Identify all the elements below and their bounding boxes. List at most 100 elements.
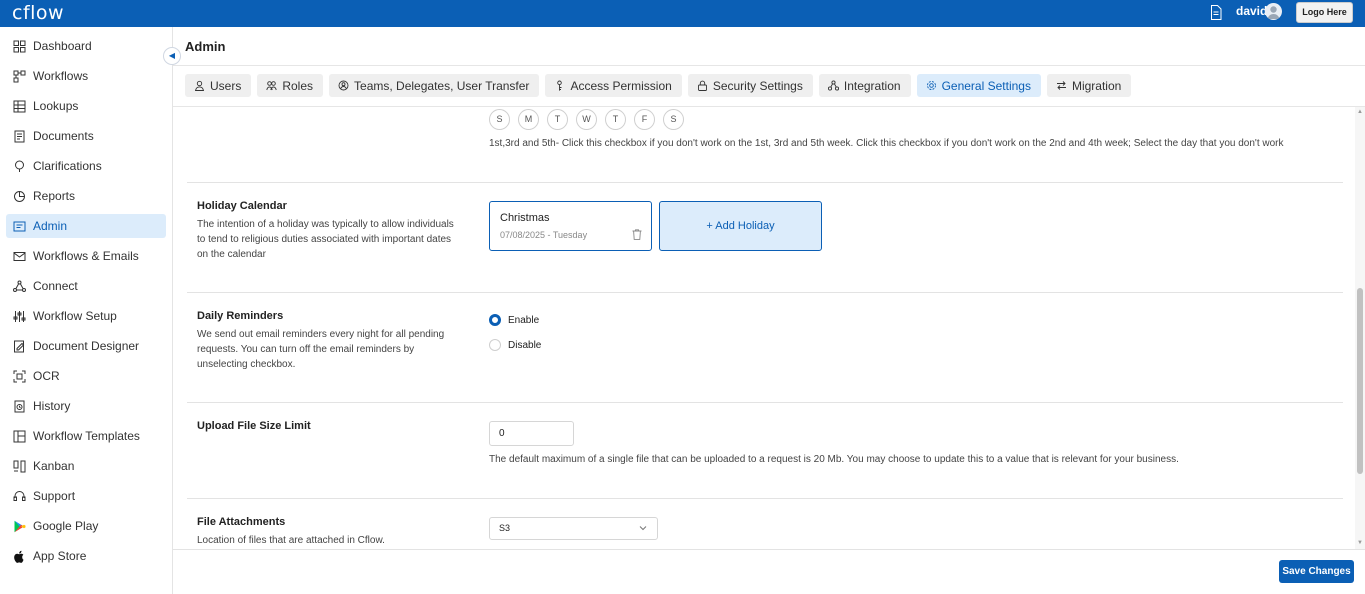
day-toggle[interactable]: F (634, 109, 655, 130)
sidebar-item-label: Clarifications (33, 159, 102, 173)
tab-general-settings[interactable]: General Settings (916, 74, 1041, 97)
app-logo[interactable]: cflow (12, 2, 64, 24)
sidebar-item-history[interactable]: History (6, 394, 166, 418)
tab-users[interactable]: Users (185, 74, 252, 97)
sidebar-item-lookups[interactable]: Lookups (6, 94, 166, 118)
day-toggle[interactable]: S (489, 109, 510, 130)
page-title: Admin (185, 39, 226, 54)
user-name[interactable]: david (1236, 4, 1267, 18)
clarifications-icon (15, 160, 24, 172)
sidebar-item-label: Document Designer (33, 339, 140, 353)
key-icon (557, 80, 563, 91)
roles-icon (266, 81, 277, 91)
sidebar-item-label: Dashboard (33, 39, 92, 53)
sidebar-item-label: Connect (33, 279, 78, 293)
dashboard-icon (13, 40, 26, 52)
upload-limit-note: The default maximum of a single file tha… (489, 454, 1179, 465)
working-days-note: 1st,3rd and 5th- Click this checkbox if … (489, 138, 1284, 149)
logo-here-button[interactable]: Logo Here (1296, 2, 1353, 23)
sidebar-item-dashboard[interactable]: Dashboard (6, 34, 166, 58)
enable-label: Enable (508, 314, 540, 326)
save-changes-button[interactable]: Save Changes (1279, 560, 1354, 583)
sidebar-item-kanban[interactable]: Kanban (6, 454, 166, 478)
file-attachments-description: Location of files that are attached in C… (197, 535, 385, 546)
enable-option[interactable]: Enable (489, 314, 539, 326)
sidebar-item-connect[interactable]: Connect (6, 274, 166, 298)
migration-icon (1056, 81, 1066, 90)
tab-integration[interactable]: Integration (818, 74, 911, 97)
user-avatar-icon (1267, 6, 1280, 19)
divider (187, 402, 1343, 403)
page-header: Admin (173, 27, 1365, 66)
disable-radio[interactable] (489, 339, 501, 351)
templates-icon (13, 430, 26, 442)
sidebar-item-workflows-emails[interactable]: Workflows & Emails (6, 244, 166, 268)
collapse-sidebar-button[interactable]: ◀ (163, 47, 181, 65)
document-icon[interactable] (1210, 5, 1222, 20)
sidebar-item-label: OCR (33, 369, 60, 383)
general-settings-content[interactable]: SMTWTFS 1st,3rd and 5th- Click this chec… (173, 107, 1355, 549)
sidebar-item-label: Workflow Templates (33, 429, 140, 443)
day-toggle[interactable]: S (663, 109, 684, 130)
sidebar-item-admin[interactable]: Admin (6, 214, 166, 238)
scroll-down-icon[interactable]: ▼ (1357, 540, 1363, 546)
sidebar-item-workflows[interactable]: Workflows (6, 64, 166, 88)
admin-icon (13, 221, 26, 231)
day-toggle[interactable]: T (547, 109, 568, 130)
sidebar-item-support[interactable]: Support (6, 484, 166, 508)
storage-location-value: S3 (499, 523, 511, 533)
divider (187, 182, 1343, 183)
lock-icon (697, 80, 707, 91)
sidebar-item-app-store[interactable]: App Store (6, 544, 166, 568)
sidebar-item-label: Support (33, 489, 76, 503)
enable-radio[interactable] (489, 314, 501, 326)
file-size-input[interactable]: 0 (489, 421, 574, 446)
sidebar-item-workflow-templates[interactable]: Workflow Templates (6, 424, 166, 448)
storage-location-select[interactable]: S3 (489, 517, 658, 540)
tab-label: Migration (1071, 78, 1122, 93)
trash-icon[interactable] (632, 229, 642, 240)
gear-icon (926, 81, 936, 90)
chevron-down-icon (639, 526, 647, 531)
tab-label: General Settings (941, 78, 1031, 93)
day-toggle[interactable]: M (518, 109, 539, 130)
day-toggle[interactable]: T (605, 109, 626, 130)
file-attachments-title: File Attachments (197, 516, 286, 528)
scroll-up-icon[interactable]: ▲ (1357, 109, 1363, 115)
divider (187, 292, 1343, 293)
sidebar-item-label: App Store (33, 549, 87, 563)
tab-teams-delegates-user-transfer[interactable]: Teams, Delegates, User Transfer (329, 74, 540, 97)
avatar[interactable] (1265, 3, 1282, 20)
tab-label: Roles (282, 78, 314, 93)
sidebar-item-ocr[interactable]: OCR (6, 364, 166, 388)
disable-option[interactable]: Disable (489, 339, 541, 351)
sidebar-item-label: Admin (33, 219, 68, 233)
tab-roles[interactable]: Roles (257, 74, 324, 97)
sidebar-item-reports[interactable]: Reports (6, 184, 166, 208)
tab-migration[interactable]: Migration (1046, 74, 1132, 97)
sidebar-item-clarifications[interactable]: Clarifications (6, 154, 166, 178)
tab-label: Security Settings (712, 78, 803, 93)
holiday-card[interactable]: Christmas 07/08/2025 - Tuesday (489, 201, 652, 251)
sidebar-item-label: Workflows (33, 69, 89, 83)
integration-icon (827, 80, 839, 91)
sidebar-item-label: Workflow Setup (33, 309, 117, 323)
tab-security-settings[interactable]: Security Settings (687, 74, 813, 97)
sidebar-item-document-designer[interactable]: Document Designer (6, 334, 166, 358)
mail-icon (13, 251, 26, 261)
scrollbar-thumb[interactable] (1357, 288, 1363, 474)
day-toggle[interactable]: W (576, 109, 597, 130)
lookups-icon (13, 100, 26, 112)
tab-label: Integration (843, 78, 901, 93)
holiday-calendar-description: The intention of a holiday was typically… (197, 219, 454, 260)
connect-icon (13, 280, 26, 292)
sidebar-item-documents[interactable]: Documents (6, 124, 166, 148)
add-holiday-button[interactable]: + Add Holiday (659, 201, 822, 251)
sidebar-item-workflow-setup[interactable]: Workflow Setup (6, 304, 166, 328)
footer: Save Changes (173, 549, 1365, 594)
sidebar-item-google-play[interactable]: Google Play (6, 514, 166, 538)
sidebar-item-label: Workflows & Emails (33, 249, 139, 263)
top-bar: cflow david Logo Here (0, 0, 1365, 27)
tab-access-permission[interactable]: Access Permission (545, 74, 682, 97)
holiday-calendar-title: Holiday Calendar (197, 200, 287, 212)
